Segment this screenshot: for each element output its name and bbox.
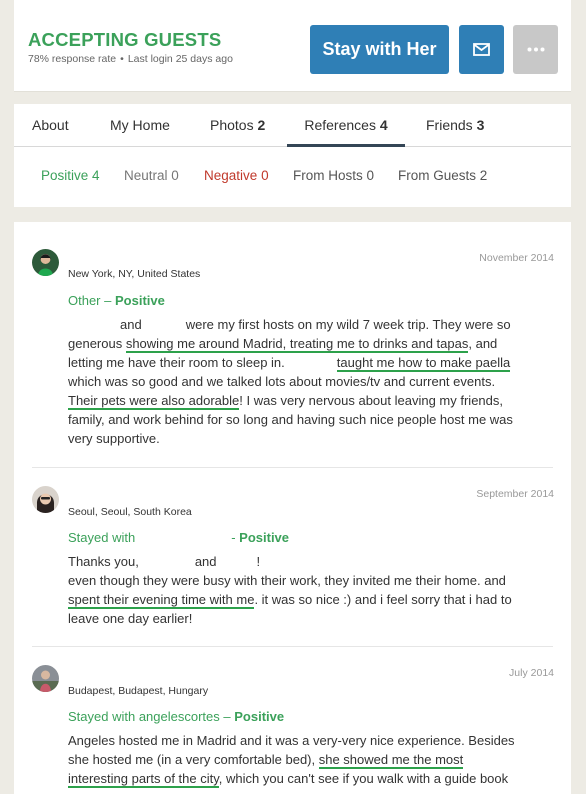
reference-date: September 2014 (476, 488, 554, 500)
reference-title: Stayed with angelescortes – Positive (68, 709, 285, 724)
hosting-status: ACCEPTING GUESTS (28, 29, 222, 50)
profile-tabs-card: About My Home Photos 2 References 4 Frie… (14, 104, 571, 207)
reference-title: Stayed with - Positive (68, 530, 290, 545)
references-list: New York, NY, United States November 201… (14, 222, 571, 794)
highlight: spent their evening time with me (68, 592, 255, 609)
profile-meta: 78% response rate • Last login 25 days ago (28, 53, 233, 65)
divider (32, 467, 553, 468)
bullet-separator: • (120, 53, 124, 65)
highlight: showing me around Madrid, treating me to… (125, 336, 469, 353)
reference-text: Angeles hosted me in Madrid and it was a… (68, 733, 515, 788)
reference-date: July 2014 (509, 667, 554, 679)
tab-friends[interactable]: Friends 3 (426, 104, 484, 147)
avatar[interactable] (32, 486, 59, 513)
divider (32, 646, 553, 647)
message-button[interactable] (459, 25, 504, 74)
envelope-icon (473, 43, 490, 56)
reference-location[interactable]: New York, NY, United States (68, 268, 200, 280)
highlight: Their pets were also adorable (68, 393, 240, 410)
avatar[interactable] (32, 665, 59, 692)
reference-location[interactable]: Budapest, Budapest, Hungary (68, 685, 208, 697)
filter-negative[interactable]: Negative 0 (204, 168, 269, 183)
tab-about[interactable]: About (32, 104, 69, 147)
profile-tabs: About My Home Photos 2 References 4 Frie… (14, 104, 571, 147)
tab-references[interactable]: References 4 (287, 104, 405, 147)
filter-neutral[interactable]: Neutral 0 (124, 168, 179, 183)
last-login: Last login 25 days ago (127, 53, 233, 65)
filter-from-hosts[interactable]: From Hosts 0 (293, 168, 374, 183)
highlight: she showed me the most (318, 752, 464, 769)
tab-photos[interactable]: Photos 2 (210, 104, 265, 147)
reference-date: November 2014 (479, 252, 554, 264)
profile-header: ACCEPTING GUESTS 78% response rate • Last … (14, 0, 571, 92)
avatar[interactable] (32, 249, 59, 276)
stay-with-her-button[interactable]: Stay with Her (310, 25, 449, 74)
reference-text: and were my first hosts on my wild 7 week… (68, 317, 513, 446)
response-rate: 78% response rate (28, 53, 117, 65)
tab-my-home[interactable]: My Home (110, 104, 170, 147)
filter-from-guests[interactable]: From Guests 2 (398, 168, 487, 183)
reference-title: Other – Positive (68, 293, 165, 308)
reference-location[interactable]: Seoul, Seoul, South Korea (68, 506, 192, 518)
reference-filters: Positive 4 Neutral 0 Negative 0 From Hos… (14, 147, 571, 207)
ellipsis-icon (527, 47, 544, 52)
filter-positive[interactable]: Positive 4 (41, 168, 100, 183)
highlight: taught me how to make paella (336, 355, 511, 372)
reference-text: Thanks you, and! even though they were bu… (68, 554, 512, 626)
highlight: interesting parts of the city (68, 771, 219, 788)
more-options-button[interactable] (513, 25, 558, 74)
